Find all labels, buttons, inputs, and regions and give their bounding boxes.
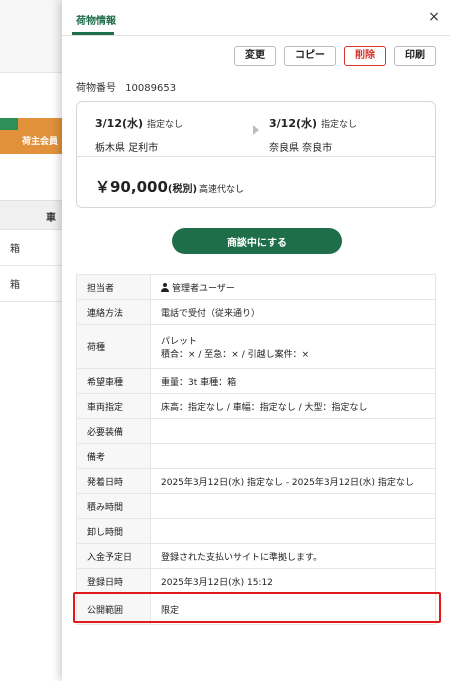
tab-underline [72, 32, 114, 35]
table-row: 連絡方法 電話で受付（従来通り） [76, 299, 436, 325]
tab-cargo-info[interactable]: 荷物情報 [76, 12, 116, 27]
destination-time-note: 指定なし [321, 120, 358, 130]
background-table-header: 車 [0, 200, 62, 230]
price-amount: ￥90,000 [95, 178, 168, 196]
table-row: 備考 [76, 443, 436, 469]
person-name: 管理者ユーザー [172, 283, 235, 294]
cargo-info-drawer: 荷物情報 × 変更 コピー 削除 印刷 荷物番号 10089653 3/12(水… [62, 0, 450, 681]
detail-value [150, 518, 436, 544]
action-toolbar: 変更 コピー 削除 印刷 [234, 46, 436, 66]
route-card: 3/12(水) 指定なし 栃木県 足利市 3/12(水) 指定なし 奈良県 奈良市 … [76, 101, 436, 208]
detail-value: 登録された支払いサイトに準拠します。 [150, 543, 436, 569]
table-cell: 箱 [10, 244, 20, 255]
detail-value: 2025年3月12日(水) 指定なし - 2025年3月12日(水) 指定なし [150, 468, 436, 494]
banner-text: 荷主会員 [22, 137, 59, 147]
price-row: ￥90,000(税別) 高速代なし [95, 176, 244, 197]
start-negotiation-button[interactable]: 商談中にする [172, 228, 342, 254]
table-row: 卸し時間 [76, 518, 436, 544]
table-row: 車両指定 床高：指定なし / 車幅：指定なし / 大型：指定なし [76, 393, 436, 419]
detail-value [150, 418, 436, 444]
detail-label: 連絡方法 [76, 299, 151, 325]
delete-button[interactable]: 削除 [344, 46, 386, 66]
detail-label: 入金予定日 [76, 543, 151, 569]
detail-label: 積み時間 [76, 493, 151, 519]
destination-date: 3/12(水) [269, 117, 318, 130]
detail-value: 重量：3t 車種：箱 [150, 368, 436, 394]
cargo-type: パレット [161, 336, 198, 347]
detail-label: 登録日時 [76, 568, 151, 594]
detail-value: 電話で受付（従来通り） [150, 299, 436, 325]
table-row: 希望車種 重量：3t 車種：箱 [76, 368, 436, 394]
copy-button[interactable]: コピー [284, 46, 336, 66]
drawer-header: 荷物情報 × [62, 0, 450, 36]
banner-tag [0, 118, 18, 130]
detail-label: 車両指定 [76, 393, 151, 419]
table-header-cell: 車 [46, 213, 56, 224]
background-topbar [0, 0, 62, 73]
route-summary: 3/12(水) 指定なし 栃木県 足利市 3/12(水) 指定なし 奈良県 奈良市 [77, 102, 435, 157]
cargo-number-label: 荷物番号 [76, 83, 116, 94]
table-row: 入金予定日 登録された支払いサイトに準拠します。 [76, 543, 436, 569]
detail-label: 発着日時 [76, 468, 151, 494]
detail-value [150, 493, 436, 519]
table-row: 登録日時 2025年3月12日(水) 15:12 [76, 568, 436, 594]
background-banner[interactable]: 荷主会員 [0, 118, 62, 154]
cargo-number: 荷物番号 10089653 [76, 79, 176, 94]
detail-value: 2025年3月12日(水) 15:12 [150, 568, 436, 594]
table-row: 担当者 管理者ユーザー [76, 274, 436, 300]
table-row: 荷種 パレット 積合：× / 至急：× / 引越し案件：× [76, 324, 436, 369]
cargo-number-value: 10089653 [125, 83, 177, 94]
detail-label: 卸し時間 [76, 518, 151, 544]
price-toll-note: 高速代なし [199, 185, 245, 195]
route-origin: 3/12(水) 指定なし 栃木県 足利市 [95, 115, 183, 154]
cargo-details-table: 担当者 管理者ユーザー 連絡方法 電話で受付（従来通り） 荷種 パレット 積合：… [76, 274, 436, 625]
route-arrow-icon [253, 125, 259, 135]
detail-label: 荷種 [76, 324, 151, 369]
table-row[interactable]: 箱 [0, 266, 62, 302]
detail-label: 希望車種 [76, 368, 151, 394]
close-icon[interactable]: × [426, 9, 442, 25]
detail-label: 備考 [76, 443, 151, 469]
price-tax-note: (税別) [167, 184, 198, 195]
user-icon [161, 282, 169, 292]
table-row: 積み時間 [76, 493, 436, 519]
table-cell: 箱 [10, 280, 20, 291]
route-destination: 3/12(水) 指定なし 奈良県 奈良市 [269, 115, 357, 154]
origin-place: 栃木県 足利市 [95, 143, 159, 154]
detail-value: 管理者ユーザー [150, 274, 436, 300]
detail-value: 限定 [150, 593, 436, 625]
table-row[interactable]: 箱 [0, 230, 62, 266]
origin-time-note: 指定なし [147, 120, 184, 130]
detail-label: 必要装備 [76, 418, 151, 444]
table-row: 必要装備 [76, 418, 436, 444]
detail-label: 担当者 [76, 274, 151, 300]
detail-value [150, 443, 436, 469]
print-button[interactable]: 印刷 [394, 46, 436, 66]
change-button[interactable]: 変更 [234, 46, 276, 66]
table-row: 発着日時 2025年3月12日(水) 指定なし - 2025年3月12日(水) … [76, 468, 436, 494]
detail-value: 床高：指定なし / 車幅：指定なし / 大型：指定なし [150, 393, 436, 419]
table-row: 公開範囲 限定 [76, 593, 436, 625]
origin-date: 3/12(水) [95, 117, 144, 130]
cargo-flags: 積合：× / 至急：× / 引越し案件：× [161, 349, 310, 360]
detail-value: パレット 積合：× / 至急：× / 引越し案件：× [150, 324, 436, 369]
detail-label: 公開範囲 [76, 593, 151, 625]
destination-place: 奈良県 奈良市 [269, 143, 333, 154]
